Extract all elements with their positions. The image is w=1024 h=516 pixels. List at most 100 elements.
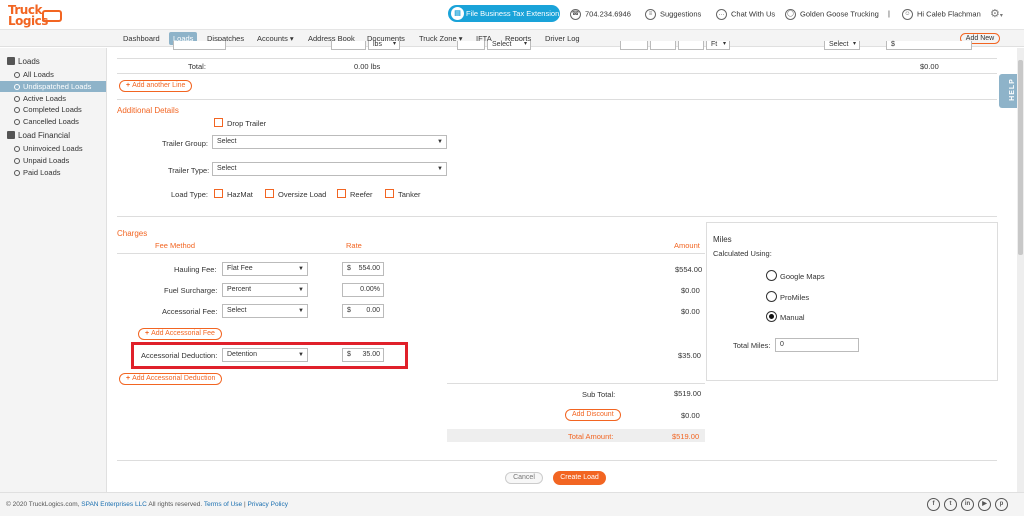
chat-link[interactable]: … Chat With Us — [716, 9, 775, 20]
dim-unit-select[interactable]: Ft ▾ — [706, 41, 730, 50]
user-greeting: Hi Caleb Flachman — [917, 9, 981, 19]
add-accessorial-fee-label: Add Accessorial Fee — [151, 330, 215, 337]
divider — [447, 383, 705, 384]
promiles-radio[interactable] — [766, 291, 777, 302]
chat-label: Chat With Us — [731, 9, 776, 19]
sidebar-item-active-loads[interactable]: Active Loads — [0, 93, 106, 104]
google-maps-radio[interactable] — [766, 270, 777, 281]
suggestions-link[interactable]: ≡ Suggestions — [645, 9, 701, 20]
percent-symbol: % — [373, 286, 380, 293]
trailer-group-select[interactable]: Select ▼ — [212, 135, 447, 149]
hauling-fee-method-select[interactable]: Flat Fee ▼ — [222, 262, 308, 276]
sidebar-item-uninvoiced-loads[interactable]: Uninvoiced Loads — [0, 143, 106, 154]
divider — [117, 253, 705, 254]
chat-icon: … — [716, 9, 727, 20]
oversize-checkbox[interactable] — [265, 189, 274, 198]
help-label: HELP — [1008, 78, 1016, 101]
rate-value: 35.00 — [362, 351, 380, 358]
nav-truck-zone[interactable]: Truck Zone ▾ — [419, 34, 463, 43]
google-maps-label: Google Maps — [780, 272, 825, 281]
help-tab[interactable]: HELP — [999, 74, 1017, 108]
fuel-surcharge-method-select[interactable]: Percent ▼ — [222, 283, 308, 297]
calculated-using-label: Calculated Using: — [713, 249, 772, 258]
dim-field-1[interactable] — [620, 41, 648, 50]
tanker-checkbox[interactable] — [385, 189, 394, 198]
nav-accounts[interactable]: Accounts ▾ — [257, 34, 294, 43]
add-accessorial-fee-button[interactable]: + Add Accessorial Fee — [138, 328, 222, 340]
circle-icon — [14, 84, 20, 90]
chevron-down-icon: ▼ — [298, 287, 304, 293]
accessorial-fee-label: Accessorial Fee: — [162, 307, 218, 316]
select-value: Ft — [711, 41, 718, 48]
add-discount-button[interactable]: Add Discount — [565, 409, 621, 421]
chevron-down-icon: ▼ — [298, 308, 304, 314]
chevron-down-icon: ▾ — [392, 41, 396, 47]
sidebar-item-completed-loads[interactable]: Completed Loads — [0, 104, 106, 115]
discount-value: $0.00 — [681, 411, 700, 420]
dim-field-3[interactable] — [678, 41, 704, 50]
twitter-icon[interactable]: t — [944, 498, 957, 511]
cancel-button[interactable]: Cancel — [505, 472, 543, 484]
drop-trailer-checkbox[interactable] — [214, 118, 223, 127]
chevron-down-icon: ▼ — [437, 166, 443, 172]
nav-dashboard[interactable]: Dashboard — [123, 34, 160, 43]
manual-radio[interactable] — [766, 311, 777, 322]
create-load-button[interactable]: Create Load — [553, 471, 606, 485]
line-amount-field[interactable]: $ — [886, 41, 972, 50]
accessorial-deduction-rate-input[interactable]: $35.00 — [342, 348, 384, 362]
top-header: Truck Logics ▤ File Business Tax Extensi… — [0, 0, 1024, 30]
line-item-field[interactable] — [173, 41, 226, 50]
select-value: Select — [227, 307, 247, 314]
add-line-button[interactable]: + Add another Line — [119, 80, 193, 92]
gear-icon[interactable]: ⚙▾ — [990, 7, 1003, 20]
rate-header: Rate — [346, 241, 362, 250]
company-link[interactable]: SPAN Enterprises LLC — [81, 501, 147, 508]
chevron-down-icon: ▾ — [722, 41, 726, 47]
accessorial-fee-rate-input[interactable]: $0.00 — [342, 304, 384, 318]
trucklogics-logo[interactable]: Truck Logics — [6, 3, 62, 29]
file-tax-extension-button[interactable]: ▤ File Business Tax Extension — [448, 5, 560, 22]
total-miles-input[interactable]: 0 — [775, 338, 859, 352]
facebook-icon[interactable]: f — [927, 498, 940, 511]
accessorial-deduction-label: Accessorial Deduction: — [141, 351, 218, 360]
divider — [117, 73, 997, 74]
hauling-fee-label: Hauling Fee: — [174, 265, 217, 274]
reefer-checkbox[interactable] — [337, 189, 346, 198]
nav-driver-log[interactable]: Driver Log — [545, 34, 580, 43]
trailer-type-select[interactable]: Select ▼ — [212, 162, 447, 176]
sidebar-item-undispatched-loads[interactable]: Undispatched Loads — [0, 81, 106, 92]
qty-field[interactable] — [457, 41, 485, 50]
accessorial-fee-method-select[interactable]: Select ▼ — [222, 304, 308, 318]
fee-method-header: Fee Method — [155, 241, 196, 250]
line-type-select[interactable]: Select ▾ — [487, 41, 531, 50]
add-accessorial-deduction-button[interactable]: + Add Accessorial Deduction — [119, 373, 223, 385]
dim-field-2[interactable] — [650, 41, 676, 50]
company-link[interactable]: ◯ Golden Goose Trucking — [785, 9, 879, 20]
sidebar-section-loads[interactable]: Loads — [7, 57, 40, 66]
hazmat-checkbox[interactable] — [214, 189, 223, 198]
line-total-label: Total: — [188, 62, 206, 71]
sidebar-item-unpaid-loads[interactable]: Unpaid Loads — [0, 155, 106, 166]
phone-link[interactable]: ☎ 704.234.6946 — [570, 9, 631, 20]
sidebar-section-load-financial[interactable]: Load Financial — [7, 131, 70, 140]
circle-icon — [14, 72, 20, 78]
sidebar-item-all-loads[interactable]: All Loads — [0, 69, 106, 80]
hauling-fee-rate-input[interactable]: $554.00 — [342, 262, 384, 276]
fuel-surcharge-rate-input[interactable]: 0.00% — [342, 283, 384, 297]
linkedin-icon[interactable]: in — [961, 498, 974, 511]
scrollbar-thumb[interactable] — [1018, 60, 1023, 255]
pinterest-icon[interactable]: p — [995, 498, 1008, 511]
privacy-link[interactable]: Privacy Policy — [248, 501, 288, 508]
terms-link[interactable]: Terms of Use — [204, 501, 242, 508]
chevron-down-icon: ▾ — [523, 41, 527, 47]
weight-field[interactable] — [331, 41, 366, 50]
sidebar-item-label: Uninvoiced Loads — [23, 144, 83, 153]
rate-type-select[interactable]: Select ▾ — [824, 41, 860, 50]
plus-icon: + — [126, 375, 131, 382]
sidebar-item-cancelled-loads[interactable]: Cancelled Loads — [0, 116, 106, 127]
weight-unit-select[interactable]: lbs ▾ — [368, 41, 400, 50]
youtube-icon[interactable]: ▶ — [978, 498, 991, 511]
accessorial-deduction-method-select[interactable]: Detention ▼ — [222, 348, 308, 362]
sidebar-item-paid-loads[interactable]: Paid Loads — [0, 167, 106, 178]
user-menu[interactable]: ☺ Hi Caleb Flachman — [902, 9, 981, 20]
